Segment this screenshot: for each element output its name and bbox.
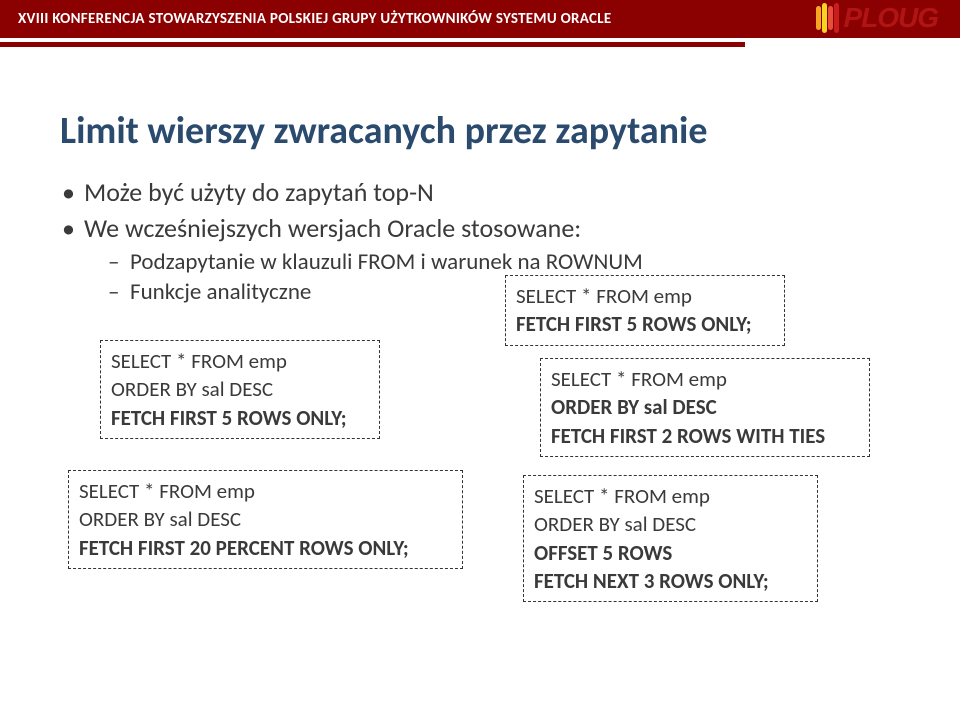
sub-bullet-item: Podzapytanie w klauzuli FROM i warunek n… xyxy=(106,248,900,276)
code-line: ORDER BY sal DESC xyxy=(79,505,452,533)
bullet-list: Może być użyty do zapytań top-N We wcześ… xyxy=(60,176,900,244)
logo-text: PLOUG xyxy=(843,2,938,34)
code-line: FETCH FIRST 5 ROWS ONLY; xyxy=(111,404,369,432)
code-box-1: SELECT * FROM emp ORDER BY sal DESC FETC… xyxy=(100,340,380,439)
logo: PLOUG xyxy=(816,2,938,34)
page-title: Limit wierszy zwracanych przez zapytanie xyxy=(60,108,900,154)
code-line: FETCH FIRST 5 ROWS ONLY; xyxy=(516,310,774,338)
code-line: SELECT * FROM emp xyxy=(551,365,859,393)
bullet-item: We wcześniejszych wersjach Oracle stosow… xyxy=(60,212,900,244)
slide-content: Limit wierszy zwracanych przez zapytanie… xyxy=(0,38,960,306)
code-line: FETCH FIRST 20 PERCENT ROWS ONLY; xyxy=(79,534,452,562)
header-underline xyxy=(0,42,745,47)
code-line: FETCH NEXT 3 ROWS ONLY; xyxy=(534,567,807,595)
header-band: XVIII KONFERENCJA STOWARZYSZENIA POLSKIE… xyxy=(0,0,960,38)
code-line: OFFSET 5 ROWS xyxy=(534,539,807,567)
code-line: ORDER BY sal DESC xyxy=(551,393,859,421)
code-line: SELECT * FROM emp xyxy=(111,347,369,375)
header-inner: XVIII KONFERENCJA STOWARZYSZENIA POLSKIE… xyxy=(0,0,745,38)
code-line: SELECT * FROM emp xyxy=(79,477,452,505)
code-line: ORDER BY sal DESC xyxy=(534,510,807,538)
code-box-5: SELECT * FROM emp ORDER BY sal DESC OFFS… xyxy=(523,475,818,602)
code-line: ORDER BY sal DESC xyxy=(111,375,369,403)
code-box-2: SELECT * FROM emp ORDER BY sal DESC FETC… xyxy=(68,470,463,569)
code-line: SELECT * FROM emp xyxy=(534,482,807,510)
code-line: FETCH FIRST 2 ROWS WITH TIES xyxy=(551,422,859,450)
bullet-item: Może być użyty do zapytań top-N xyxy=(60,176,900,208)
logo-waves-icon xyxy=(816,3,839,33)
code-box-4: SELECT * FROM emp ORDER BY sal DESC FETC… xyxy=(540,358,870,457)
conference-title: XVIII KONFERENCJA STOWARZYSZENIA POLSKIE… xyxy=(18,10,612,28)
code-line: SELECT * FROM emp xyxy=(516,282,774,310)
code-box-3: SELECT * FROM emp FETCH FIRST 5 ROWS ONL… xyxy=(505,275,785,346)
